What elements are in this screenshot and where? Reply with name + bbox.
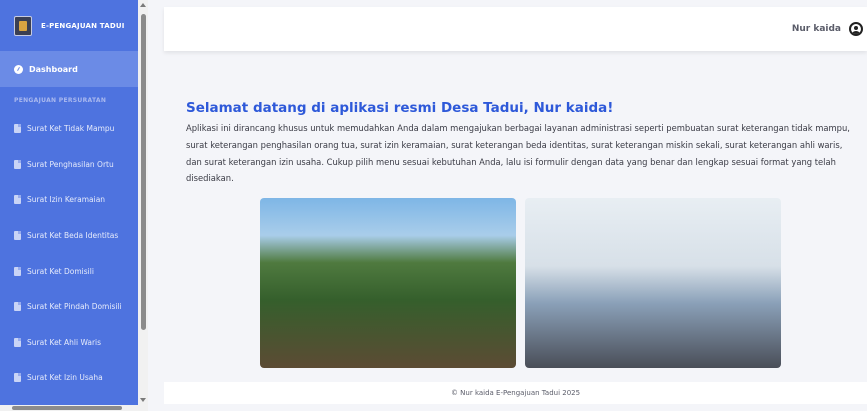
user-avatar-icon[interactable] (849, 22, 863, 36)
scroll-down-arrow-icon[interactable] (140, 398, 146, 402)
horizontal-scrollbar-thumb[interactable] (12, 406, 122, 410)
sidebar-item-label: Dashboard (29, 64, 78, 74)
sidebar: E-PENGAJUAN TADUI Dashboard PENGAJUAN PE… (0, 0, 138, 411)
village-meeting-photo (525, 198, 781, 368)
sidebar-item-label: Surat Ket Pindah Domisili (27, 302, 122, 312)
document-icon (14, 302, 21, 312)
village-mangrove-photo (260, 198, 516, 368)
document-icon (14, 159, 21, 169)
sidebar-item-label: Surat Ket Tidak Mampu (27, 124, 115, 134)
sidebar-item-surat-ket-pindah-domisili[interactable]: Surat Ket Pindah Domisili (0, 289, 138, 325)
sidebar-item-surat-ket-izin-usaha[interactable]: Surat Ket Izin Usaha (0, 360, 138, 396)
sidebar-item-label: Surat Ket Beda Identitas (27, 231, 119, 241)
document-icon (14, 337, 21, 347)
sidebar-scrollbar-thumb[interactable] (141, 14, 146, 330)
sidebar-item-label: Surat Ket Domisili (27, 266, 94, 276)
user-name[interactable]: Nur kaida (792, 24, 841, 34)
sidebar-item-label: Surat Ket Izin Usaha (27, 373, 103, 383)
topbar: Nur kaida (164, 7, 867, 51)
main-content: Selamat datang di aplikasi resmi Desa Ta… (164, 62, 867, 382)
sidebar-item-surat-ket-beda-identitas[interactable]: Surat Ket Beda Identitas (0, 218, 138, 254)
dashboard-icon (14, 64, 23, 74)
footer-copyright: © Nur kaida E-Pengajuan Tadui 2025 (450, 389, 581, 397)
village-logo-icon (14, 15, 32, 36)
welcome-title: Selamat datang di aplikasi resmi Desa Ta… (186, 100, 614, 116)
sidebar-item-label: Surat Izin Keramaian (27, 195, 106, 205)
sidebar-nav-list: Surat Ket Tidak Mampu Surat Penghasilan … (0, 111, 138, 396)
document-icon (14, 124, 21, 134)
sidebar-brand[interactable]: E-PENGAJUAN TADUI (0, 0, 138, 51)
footer: © Nur kaida E-Pengajuan Tadui 2025 (164, 382, 867, 404)
scroll-up-arrow-icon[interactable] (140, 3, 146, 7)
welcome-description: Aplikasi ini dirancang khusus untuk memu… (186, 123, 850, 184)
document-icon (14, 373, 21, 383)
sidebar-item-surat-ket-tidak-mampu[interactable]: Surat Ket Tidak Mampu (0, 111, 138, 147)
sidebar-item-label: Surat Penghasilan Ortu (27, 159, 114, 169)
sidebar-item-label: Surat Ket Ahli Waris (27, 337, 102, 347)
sidebar-item-surat-izin-keramaian[interactable]: Surat Izin Keramaian (0, 182, 138, 218)
sidebar-item-surat-penghasilan-ortu[interactable]: Surat Penghasilan Ortu (0, 147, 138, 183)
document-icon (14, 266, 21, 276)
document-icon (14, 231, 21, 241)
document-icon (14, 195, 21, 205)
brand-title: E-PENGAJUAN TADUI (41, 21, 125, 30)
sidebar-section-title: PENGAJUAN PERSURATAN (14, 97, 107, 104)
sidebar-item-surat-ket-domisili[interactable]: Surat Ket Domisili (0, 253, 138, 289)
sidebar-item-surat-ket-ahli-waris[interactable]: Surat Ket Ahli Waris (0, 325, 138, 361)
sidebar-item-dashboard[interactable]: Dashboard (0, 51, 138, 87)
